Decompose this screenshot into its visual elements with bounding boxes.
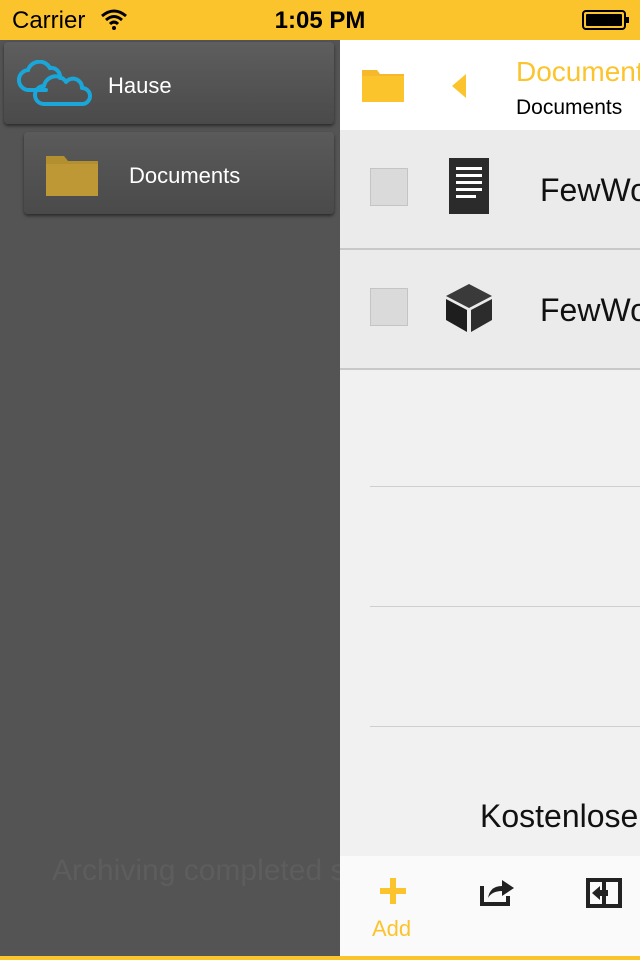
back-arrow-icon[interactable]: [450, 72, 468, 100]
toolbar: Add: [340, 856, 640, 956]
file-name: FewWords: [540, 172, 640, 208]
share-icon[interactable]: [480, 876, 516, 906]
battery-icon: [582, 10, 629, 30]
bottom-accent-bar: [0, 956, 640, 960]
promo-text[interactable]: Kostenlose: [480, 798, 638, 835]
document-icon: [449, 158, 489, 214]
sidebar-item-label: Hause: [108, 73, 172, 98]
add-button[interactable]: Add: [364, 864, 424, 954]
main-panel: Documents Documents FewWords FewWords Ko…: [340, 40, 640, 956]
row-checkbox[interactable]: [370, 168, 408, 206]
move-icon[interactable]: [586, 878, 622, 908]
plus-icon: [380, 878, 406, 904]
folder-icon: [46, 156, 98, 196]
nav-header: Documents Documents: [340, 40, 640, 130]
sidebar-item-documents[interactable]: Documents: [24, 132, 334, 214]
file-name: FewWords: [540, 292, 640, 328]
divider: [370, 726, 640, 727]
clock: 1:05 PM: [274, 7, 366, 34]
cloud-icon: [17, 60, 92, 106]
list-item[interactable]: FewWords: [340, 130, 640, 250]
sidebar-item-account[interactable]: Hause: [4, 42, 334, 124]
status-bar: Carrier 1:05 PM: [0, 0, 640, 40]
folder-icon[interactable]: [362, 68, 404, 102]
divider: [370, 486, 640, 487]
page-title: Documents: [516, 56, 640, 87]
add-label: Add: [372, 916, 412, 941]
divider: [370, 606, 640, 607]
box-icon: [446, 284, 492, 332]
list-item[interactable]: FewWords: [340, 250, 640, 370]
breadcrumb: Documents: [516, 96, 623, 119]
row-checkbox[interactable]: [370, 288, 408, 326]
sidebar: Hause Documents: [0, 40, 340, 956]
sidebar-item-label: Documents: [129, 163, 241, 188]
